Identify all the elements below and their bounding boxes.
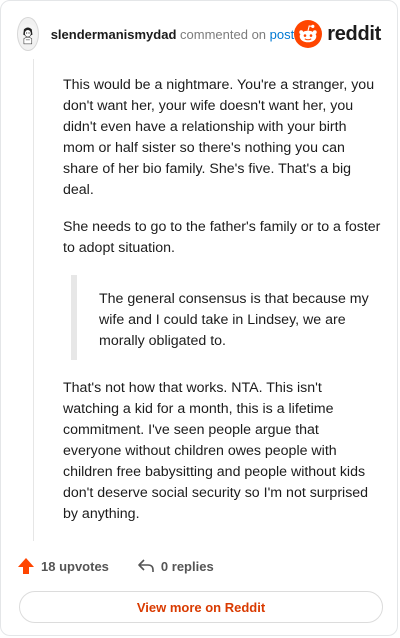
comment-paragraph: She needs to go to the father's family o… bbox=[63, 219, 381, 256]
blockquote: The general consensus is that because my… bbox=[71, 275, 381, 360]
comment-paragraph: This would be a nightmare. You're a stra… bbox=[63, 77, 375, 198]
upvote-button[interactable]: 18 upvotes bbox=[17, 557, 109, 575]
reddit-brand[interactable]: reddit bbox=[294, 20, 381, 48]
upvote-arrow-icon bbox=[18, 558, 34, 574]
reply-button[interactable]: 0 replies bbox=[137, 558, 214, 574]
avatar[interactable] bbox=[17, 17, 39, 51]
thread-line bbox=[33, 59, 34, 541]
comment-header: slendermanismydad commented on post redd… bbox=[17, 17, 381, 51]
post-link[interactable]: post bbox=[270, 27, 295, 42]
username-link[interactable]: slendermanismydad bbox=[51, 27, 177, 42]
quote-text: The general consensus is that because my… bbox=[99, 291, 369, 349]
comment-paragraph: That's not how that works. NTA. This isn… bbox=[63, 380, 369, 522]
reddit-wordmark: reddit bbox=[327, 22, 381, 45]
reply-arrow-icon bbox=[138, 559, 154, 572]
commented-on-label: commented on bbox=[180, 26, 267, 42]
comment-footer: 18 upvotes 0 replies bbox=[17, 555, 242, 577]
comment-card: slendermanismydad commented on post redd… bbox=[0, 0, 398, 636]
reddit-logo-icon bbox=[294, 20, 323, 48]
reply-count: 0 replies bbox=[160, 558, 214, 574]
upvote-count: 18 upvotes bbox=[41, 558, 109, 574]
byline: slendermanismydad commented on post bbox=[51, 27, 295, 42]
view-more-button[interactable]: View more on Reddit bbox=[19, 591, 383, 623]
comment-body: This would be a nightmare. You're a stra… bbox=[63, 75, 381, 541]
avatar-illustration-icon bbox=[18, 24, 38, 45]
